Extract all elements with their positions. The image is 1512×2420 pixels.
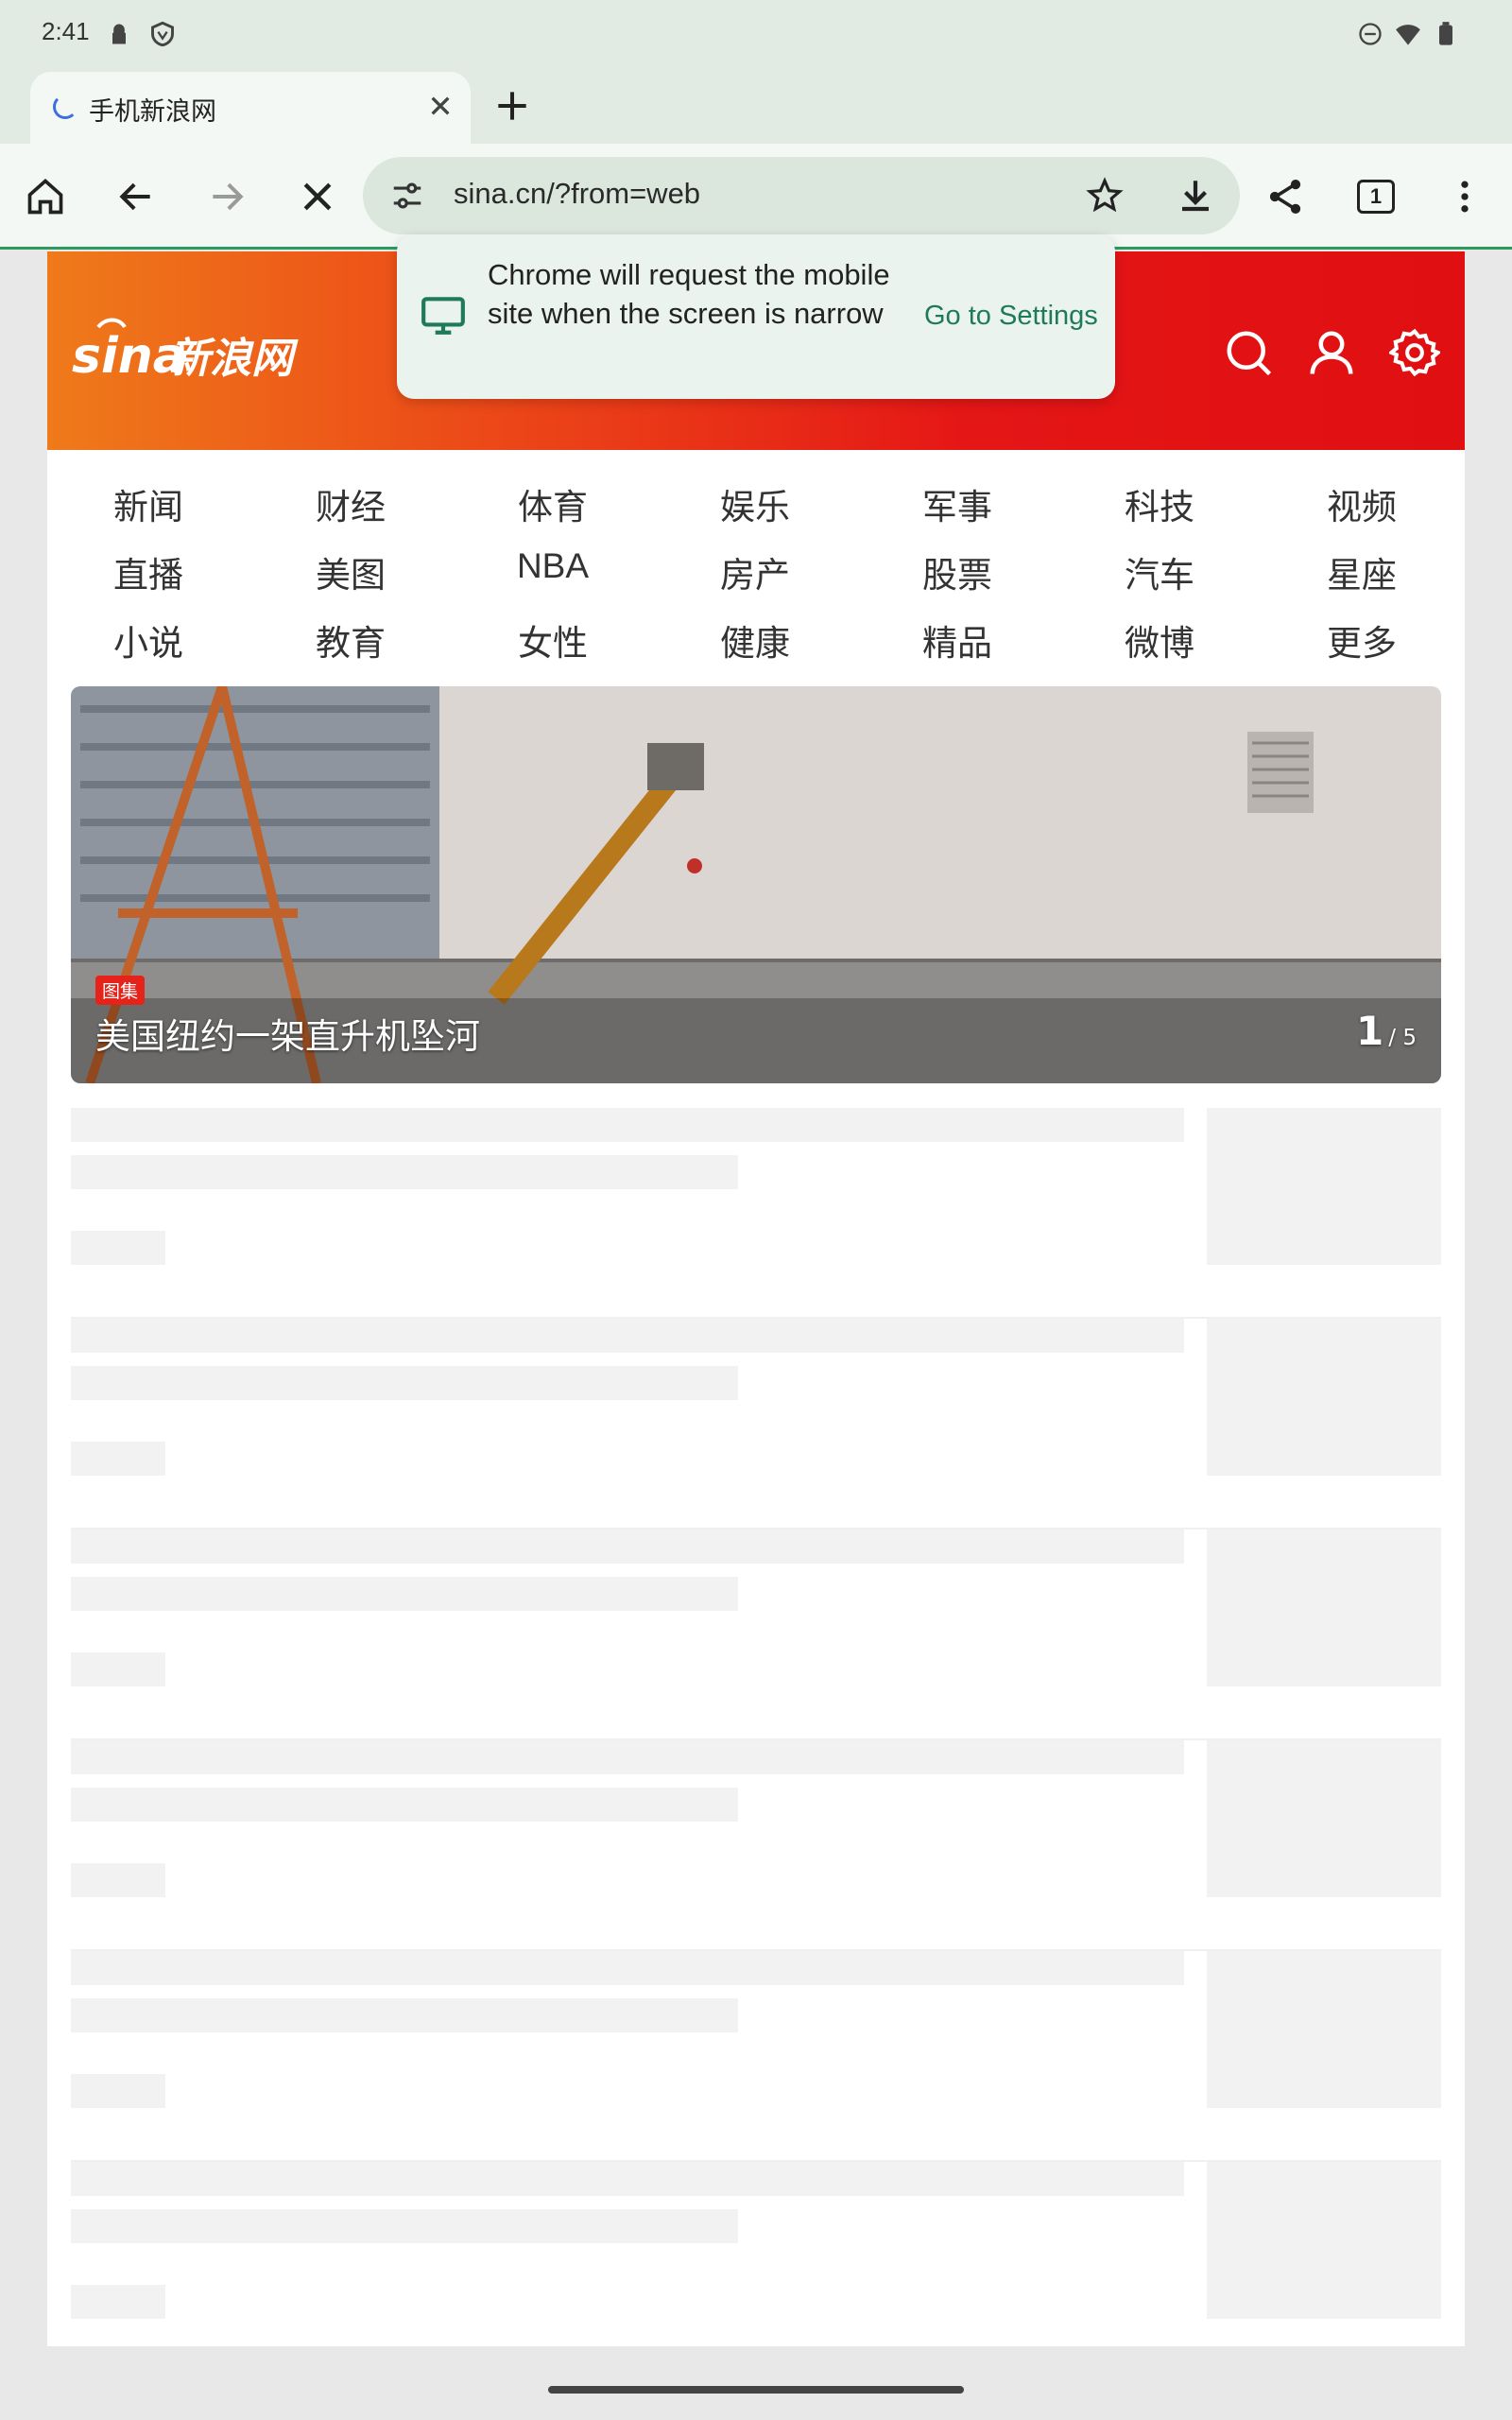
gallery-badge: 图集 [95,976,146,1005]
bookmark-star-icon[interactable] [1085,176,1125,216]
download-icon[interactable] [1176,176,1215,216]
tab-sina[interactable]: 手机新浪网 [30,72,471,144]
stop-loading-button[interactable] [291,170,344,223]
skeleton-item [71,1108,1441,1319]
nav-item[interactable]: 科技 [1089,478,1230,529]
nav-item[interactable]: 女性 [482,614,624,666]
web-page: sina 新浪网 新闻 财经 体育 娱乐 军事 科技 视频 直播 美图 NBA … [47,251,1465,2346]
sina-logo[interactable]: sina 新浪网 [70,310,325,395]
gallery-total: / 5 [1388,1026,1417,1050]
forward-button[interactable] [200,170,253,223]
nav-item[interactable]: 股票 [886,546,1028,597]
mobile-site-notice: Chrome will request the mobile site when… [397,234,1115,399]
skeleton-item [71,1530,1441,1740]
nav-item[interactable]: 汽车 [1089,546,1230,597]
skeleton-item [71,1319,1441,1530]
nav-item[interactable]: 娱乐 [684,478,826,529]
notice-message: Chrome will request the mobile site when… [488,258,890,330]
skeleton-item [71,1740,1441,1951]
tab-count: 1 [1357,180,1395,214]
home-button[interactable] [19,170,72,223]
address-bar[interactable]: sina.cn/?from=web [363,157,1240,234]
wifi-icon [1396,25,1420,45]
nav-item[interactable]: 新闻 [77,478,219,529]
nav-item[interactable]: 财经 [280,478,421,529]
go-to-settings-link[interactable]: Go to Settings [924,301,1098,332]
settings-gear-icon[interactable] [1389,327,1440,378]
channel-nav: 新闻 财经 体育 娱乐 军事 科技 视频 直播 美图 NBA 房产 股票 汽车 … [47,450,1465,686]
menu-button[interactable] [1438,170,1491,223]
share-icon [1269,180,1301,214]
gallery-current-index: 1 [1355,1008,1384,1054]
nav-item[interactable]: NBA [482,546,624,586]
nav-item[interactable]: 教育 [280,614,421,666]
shield-icon [151,21,174,47]
status-time: 2:41 [42,17,90,45]
nav-item[interactable]: 体育 [482,478,624,529]
share-button[interactable] [1259,170,1312,223]
gallery-counter: 1 / 5 [1356,1008,1417,1054]
nav-item[interactable]: 视频 [1291,478,1433,529]
nav-item[interactable]: 更多 [1291,614,1433,666]
tab-strip: 手机新浪网 [0,68,1512,144]
gesture-navigation-bar[interactable] [548,2386,964,2394]
lock-icon [112,24,126,44]
tab-title: 手机新浪网 [89,97,216,127]
close-tab-icon[interactable] [421,87,459,125]
skeleton-item [71,1951,1441,2162]
nav-item[interactable]: 军事 [886,478,1028,529]
hero-gallery[interactable]: 图集 美国纽约一架直升机坠河 1 / 5 [71,686,1441,1083]
skeleton-item [71,2162,1441,2373]
nav-item[interactable]: 房产 [684,546,826,597]
nav-item[interactable]: 健康 [684,614,826,666]
svg-text:新浪网: 新浪网 [168,335,299,383]
status-bar: 2:41 [0,0,1512,68]
site-settings-icon[interactable] [389,178,425,214]
search-icon[interactable] [1223,327,1274,378]
url-text[interactable]: sina.cn/?from=web [454,177,700,211]
hero-title[interactable]: 美国纽约一架直升机坠河 [95,1008,480,1059]
nav-item[interactable]: 微博 [1089,614,1230,666]
nav-item[interactable]: 美图 [280,546,421,597]
nav-item[interactable]: 小说 [77,614,219,666]
loading-spinner-icon [53,95,77,119]
forward-arrow-icon [213,182,244,211]
user-icon[interactable] [1306,327,1357,378]
nav-item[interactable]: 直播 [77,546,219,597]
home-icon [27,179,63,215]
nav-item[interactable]: 精品 [886,614,1028,666]
back-button[interactable] [110,170,163,223]
more-vert-icon [1461,181,1469,213]
dnd-icon [1359,23,1382,45]
back-arrow-icon [119,182,150,211]
desktop-monitor-icon [421,297,465,335]
battery-icon [1439,22,1452,45]
tab-switcher-button[interactable]: 1 [1349,170,1402,223]
nav-item[interactable]: 星座 [1291,546,1433,597]
news-feed-loading [71,1108,1441,2373]
close-icon [303,182,332,211]
new-tab-icon[interactable] [491,85,533,127]
